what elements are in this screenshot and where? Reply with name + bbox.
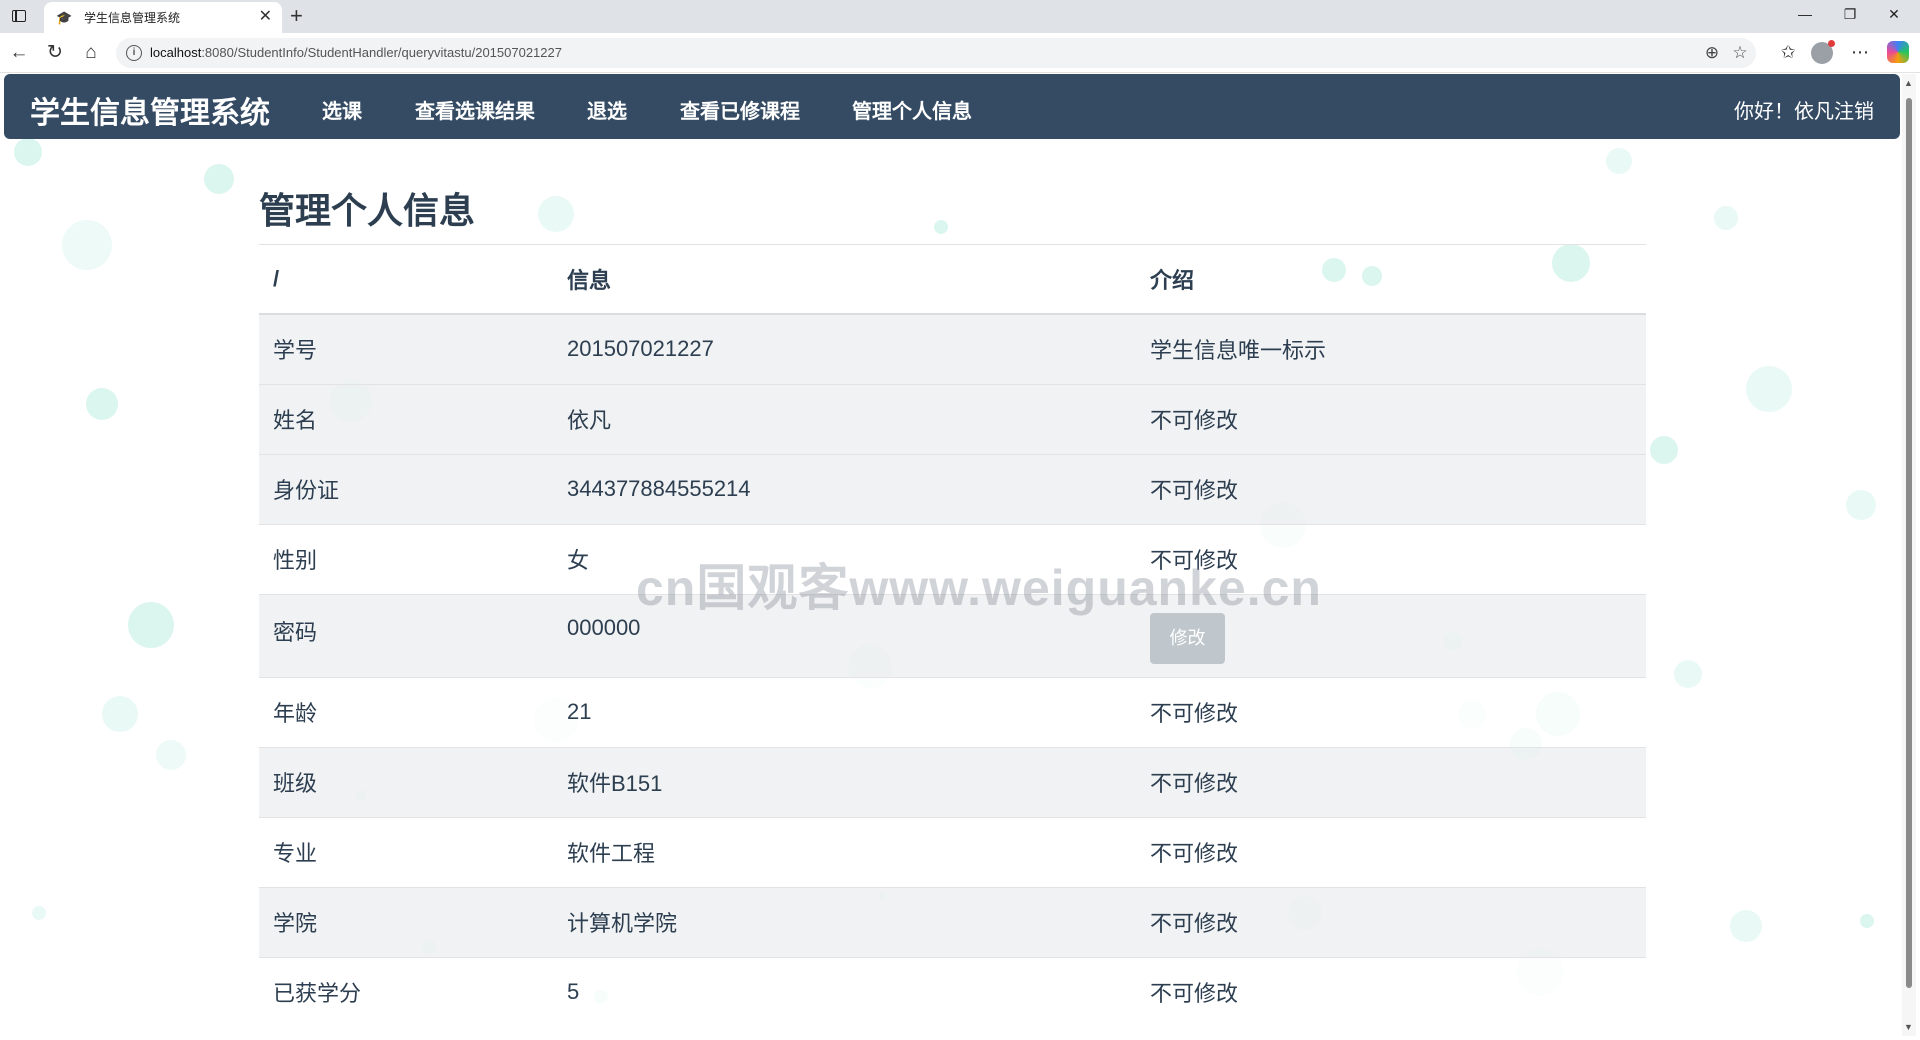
window-close-icon[interactable]: ✕: [1884, 6, 1904, 23]
app-brand[interactable]: 学生信息管理系统: [30, 88, 270, 132]
page-viewport: 学生信息管理系统 选课 查看选课结果 退选 查看已修课程 管理个人信息 你好！依…: [4, 74, 1900, 1036]
column-header: /: [259, 245, 553, 315]
nav-manage-profile[interactable]: 管理个人信息: [852, 95, 972, 124]
table-row: 已获学分 5 不可修改: [259, 956, 1646, 1027]
table-row: 学号 201507021227 学生信息唯一标示: [259, 313, 1646, 384]
decor-bubble: [204, 164, 234, 194]
row-note: 不可修改: [1136, 746, 1646, 817]
row-value: 21: [553, 676, 1136, 747]
row-note: 不可修改: [1136, 383, 1646, 454]
page-scrollbar[interactable]: ▲ ▼: [1902, 74, 1916, 1036]
row-label: 年龄: [259, 676, 553, 747]
favorites-icon[interactable]: ✩: [1776, 41, 1800, 63]
row-value: 计算机学院: [553, 886, 1136, 957]
profile-avatar[interactable]: [1811, 40, 1835, 64]
column-header: 介绍: [1136, 245, 1646, 315]
copilot-icon[interactable]: [1887, 41, 1909, 63]
decor-bubble: [1846, 490, 1876, 520]
row-note: 不可修改: [1136, 886, 1646, 957]
row-label: 专业: [259, 816, 553, 887]
decor-bubble: [156, 740, 186, 770]
tab-title: 学生信息管理系统: [84, 11, 181, 25]
row-label: 学号: [259, 313, 553, 384]
row-value: 201507021227: [553, 313, 1136, 384]
back-arrow-icon[interactable]: ←: [8, 42, 30, 64]
row-label: 身份证: [259, 453, 553, 524]
row-value: 344377884555214: [553, 453, 1136, 524]
tab-actions-menu-icon[interactable]: [10, 7, 28, 25]
scroll-up-arrow-icon[interactable]: ▲: [1904, 78, 1913, 88]
table-row: 年龄 21 不可修改: [259, 676, 1646, 747]
table-row: 专业 软件工程 不可修改: [259, 816, 1646, 887]
decor-bubble: [1674, 660, 1702, 688]
row-label: 密码: [259, 593, 553, 677]
column-header: 信息: [553, 245, 1136, 315]
minimize-icon[interactable]: —: [1795, 6, 1815, 22]
row-label: 已获学分: [259, 956, 553, 1027]
restore-icon[interactable]: ❐: [1840, 6, 1860, 23]
row-label: 班级: [259, 746, 553, 817]
row-value: 软件B151: [553, 746, 1136, 817]
favorite-star-icon[interactable]: ☆: [1730, 43, 1750, 63]
nav-select-course[interactable]: 选课: [322, 95, 362, 124]
reload-icon[interactable]: ↻: [44, 42, 66, 64]
decor-bubble: [1730, 910, 1762, 942]
new-tab-icon[interactable]: +: [290, 4, 303, 28]
row-value: 软件工程: [553, 816, 1136, 887]
decor-bubble: [1746, 366, 1792, 412]
page-title: 管理个人信息: [259, 190, 476, 231]
close-tab-icon[interactable]: ✕: [259, 9, 272, 25]
decor-bubble: [32, 906, 46, 920]
decor-bubble: [1650, 436, 1678, 464]
edit-password-button[interactable]: 修改: [1150, 613, 1225, 664]
decor-bubble: [1860, 914, 1874, 928]
nav-completed-courses[interactable]: 查看已修课程: [680, 95, 800, 124]
top-navbar: 学生信息管理系统 选课 查看选课结果 退选 查看已修课程 管理个人信息 你好！依…: [4, 74, 1900, 139]
graduation-cap-icon: 🎓: [56, 9, 73, 25]
table-row: 姓名 依凡 不可修改: [259, 383, 1646, 454]
nav-drop-course[interactable]: 退选: [587, 95, 627, 124]
address-bar-row: ← ↻ ⌂ i localhost:8080/StudentInfo/Stude…: [0, 33, 1920, 73]
row-note: 不可修改: [1136, 676, 1646, 747]
home-icon[interactable]: ⌂: [80, 42, 102, 64]
table-row: 身份证 344377884555214 不可修改: [259, 453, 1646, 524]
table-row: 班级 软件B151 不可修改: [259, 746, 1646, 817]
row-value: 依凡: [553, 383, 1136, 454]
watermark-text: cn国观客www.weiguanke.cn: [636, 560, 1322, 616]
more-options-icon[interactable]: ⋯: [1848, 41, 1872, 63]
nav-view-selection-results[interactable]: 查看选课结果: [415, 95, 535, 124]
zoom-icon[interactable]: ⊕: [1702, 43, 1722, 63]
decor-bubble: [102, 696, 138, 732]
browser-tab-active[interactable]: 🎓 学生信息管理系统 ✕: [44, 2, 282, 33]
row-note: 学生信息唯一标示: [1136, 313, 1646, 384]
decor-bubble: [62, 220, 112, 270]
row-label: 姓名: [259, 383, 553, 454]
decor-bubble: [1606, 148, 1632, 174]
decor-bubble: [14, 138, 42, 166]
scroll-down-arrow-icon[interactable]: ▼: [1904, 1022, 1913, 1032]
row-note: 不可修改: [1136, 453, 1646, 524]
row-note: 不可修改: [1136, 956, 1646, 1027]
row-value: 5: [553, 956, 1136, 1027]
row-note: 不可修改: [1136, 816, 1646, 887]
site-info-icon[interactable]: i: [126, 45, 142, 61]
profile-table: / 信息 介绍 学号 201507021227 学生信息唯一标示 姓名 依凡 不…: [259, 245, 1646, 1027]
row-label: 性别: [259, 523, 553, 594]
greeting-logout-link[interactable]: 你好！依凡注销: [1734, 95, 1874, 124]
row-label: 学院: [259, 886, 553, 957]
url-text: localhost:8080/StudentInfo/StudentHandle…: [150, 45, 562, 60]
decor-bubble: [86, 388, 118, 420]
browser-tab-bar: 🎓 学生信息管理系统 ✕ + — ❐ ✕: [0, 0, 1920, 33]
decor-bubble: [128, 602, 174, 648]
url-field[interactable]: i localhost:8080/StudentInfo/StudentHand…: [116, 38, 1756, 68]
decor-bubble: [1714, 206, 1738, 230]
table-row: 学院 计算机学院 不可修改: [259, 886, 1646, 957]
scrollbar-thumb[interactable]: [1906, 98, 1912, 988]
table-header-row: / 信息 介绍: [259, 245, 1646, 315]
